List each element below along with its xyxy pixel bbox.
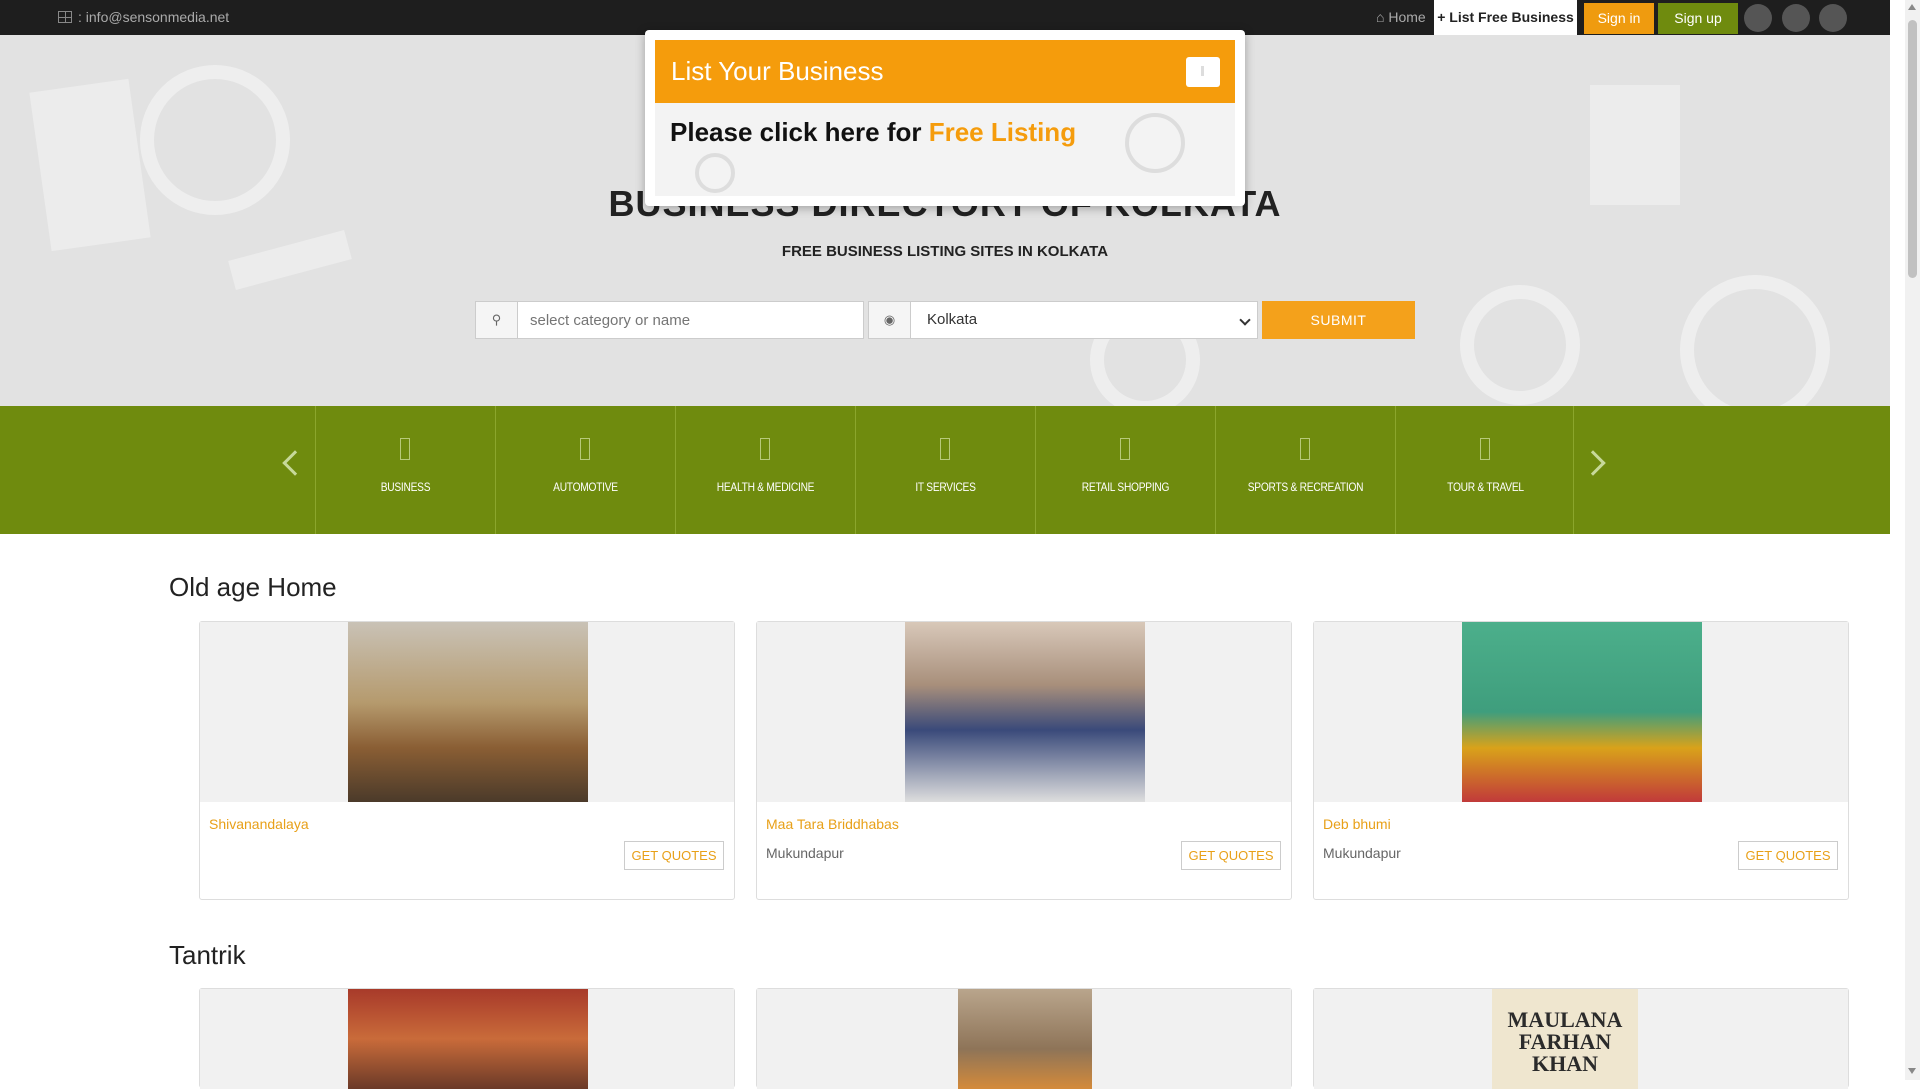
sign-up-label: Sign up [1674, 10, 1722, 26]
listing-location: Mukundapur [766, 845, 844, 861]
close-icon [1201, 66, 1204, 76]
contact-email-text: : info@sensonmedia.net [78, 9, 230, 25]
facebook-icon[interactable] [1744, 4, 1772, 32]
listing-image[interactable]: MAULANA FARHAN KHAN [1314, 989, 1848, 1089]
category-label: RETAIL SHOPPING [1081, 480, 1170, 494]
listing-photo [958, 989, 1092, 1089]
category-label: TOUR & TRAVEL [1447, 480, 1524, 494]
listing-photo: MAULANA FARHAN KHAN [1492, 989, 1638, 1089]
sign-in-label: Sign in [1597, 10, 1641, 26]
scroll-up-icon[interactable] [1908, 4, 1916, 10]
decor-shape [1125, 113, 1185, 173]
decor-shape [29, 78, 151, 252]
decor-shape [1680, 275, 1830, 406]
home-icon: ⌂ [1376, 9, 1385, 25]
plus-icon: + [1437, 9, 1446, 25]
listing-card[interactable]: Shivanandalaya GET QUOTES [199, 621, 735, 900]
category-label: AUTOMOTIVE [553, 480, 618, 494]
category-label: BUSINESS [380, 480, 431, 494]
category-icon [760, 438, 770, 460]
get-quotes-button[interactable]: GET QUOTES [624, 841, 724, 870]
category-icon [1120, 438, 1130, 460]
category-icon [940, 438, 950, 460]
page-subtitle: FREE BUSINESS LISTING SITES IN KOLKATA [781, 243, 1109, 260]
nav-home-label: Home [1388, 9, 1426, 25]
poster-text: MAULANA FARHAN KHAN [1507, 1007, 1623, 1076]
category-carousel: BUSINESS AUTOMOTIVE HEALTH & MEDICINE IT… [0, 406, 1890, 534]
listing-card[interactable]: Maa Tara Briddhabas Mukundapur GET QUOTE… [756, 621, 1292, 900]
listing-image[interactable] [757, 989, 1291, 1089]
scroll-down-icon[interactable] [1908, 1068, 1916, 1074]
nav-list-free-business-label: List Free Business [1449, 9, 1574, 25]
section-title: Old age Home [169, 572, 337, 602]
category-business[interactable]: BUSINESS [315, 406, 494, 534]
listing-location: Mukundapur [1323, 845, 1401, 861]
listing-name[interactable]: Deb bhumi [1323, 816, 1391, 832]
category-it-services[interactable]: IT SERVICES [855, 406, 1034, 534]
search-icon: ⚲ [475, 301, 518, 339]
section-title: Tantrik [169, 940, 246, 970]
category-icon [1480, 438, 1490, 460]
modal-body: Please click here for Free Listing [655, 103, 1235, 196]
category-retail-shopping[interactable]: RETAIL SHOPPING [1035, 406, 1214, 534]
envelope-icon [58, 11, 72, 23]
listing-name[interactable]: Shivanandalaya [209, 816, 309, 832]
listing-photo [348, 989, 588, 1089]
category-label: SPORTS & RECREATION [1247, 480, 1364, 494]
carousel-prev-icon[interactable] [282, 450, 308, 476]
nav-home-link[interactable]: ⌂ Home [1376, 0, 1426, 35]
listing-image[interactable] [200, 622, 734, 802]
chevron-down-icon [1239, 314, 1251, 326]
category-label: HEALTH & MEDICINE [716, 480, 815, 494]
category-label: IT SERVICES [915, 480, 976, 494]
decor-shape [695, 153, 735, 193]
location-icon: ◉ [868, 301, 911, 339]
modal-header: List Your Business [655, 40, 1235, 103]
search-input[interactable] [517, 301, 864, 339]
modal-body-text: Please click here for [670, 117, 929, 147]
contact-email: : info@sensonmedia.net [58, 9, 229, 25]
listing-name[interactable]: Maa Tara Briddhabas [766, 816, 899, 832]
sign-in-button[interactable]: Sign in [1584, 3, 1654, 34]
get-quotes-button[interactable]: GET QUOTES [1738, 841, 1838, 870]
listing-image[interactable] [200, 989, 734, 1089]
listing-photo [1462, 622, 1702, 802]
listing-image[interactable] [757, 622, 1291, 802]
nav-list-free-business-link[interactable]: + List Free Business [1434, 0, 1577, 35]
city-select-value: Kolkata [927, 311, 978, 328]
scrollbar-thumb[interactable] [1908, 20, 1917, 278]
decor-shape [228, 229, 352, 291]
category-icon [1300, 438, 1310, 460]
listing-card[interactable]: Deb bhumi Mukundapur GET QUOTES [1313, 621, 1849, 900]
category-sports-recreation[interactable]: SPORTS & RECREATION [1215, 406, 1394, 534]
modal-title: List Your Business [671, 56, 884, 86]
submit-button[interactable]: SUBMIT [1262, 301, 1415, 339]
city-select[interactable]: Kolkata [910, 301, 1258, 339]
category-health-medicine[interactable]: HEALTH & MEDICINE [675, 406, 854, 534]
listing-photo [348, 622, 588, 802]
google-plus-icon[interactable] [1819, 4, 1847, 32]
free-listing-highlight[interactable]: Free Listing [929, 117, 1076, 147]
listing-card[interactable] [756, 988, 1292, 1089]
category-icon [580, 438, 590, 460]
category-tour-travel[interactable]: TOUR & TRAVEL [1395, 406, 1574, 534]
free-listing-link[interactable]: Please click here for Free Listing [670, 117, 1076, 148]
category-icon [400, 438, 410, 460]
listing-image[interactable] [1314, 622, 1848, 802]
modal-close-button[interactable] [1186, 57, 1220, 87]
sign-up-button[interactable]: Sign up [1658, 3, 1738, 34]
listing-card[interactable] [199, 988, 735, 1089]
twitter-icon[interactable] [1782, 4, 1810, 32]
decor-shape [1460, 285, 1580, 405]
carousel-next-icon[interactable] [1580, 450, 1606, 476]
list-business-modal: List Your Business Please click here for… [645, 30, 1245, 206]
category-automotive[interactable]: AUTOMOTIVE [495, 406, 674, 534]
listing-card[interactable]: MAULANA FARHAN KHAN [1313, 988, 1849, 1089]
get-quotes-button[interactable]: GET QUOTES [1181, 841, 1281, 870]
listing-photo [905, 622, 1145, 802]
